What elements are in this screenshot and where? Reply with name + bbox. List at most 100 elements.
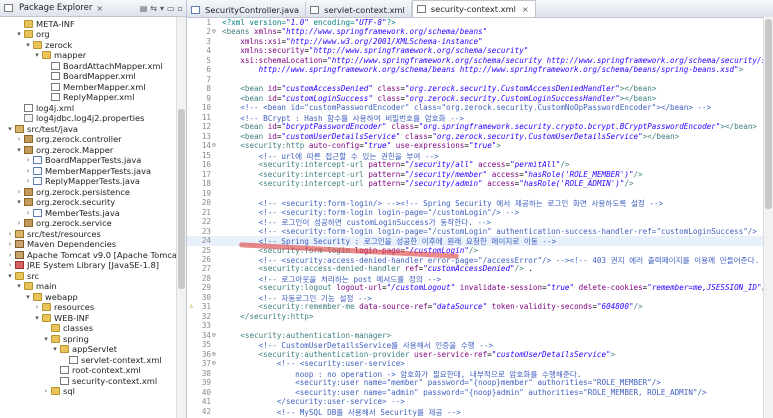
tree-item[interactable]: root-context.xml [51,365,141,376]
close-tab-icon[interactable]: ⨯ [522,5,529,14]
tree-item[interactable]: ▾ appServlet [51,344,117,355]
collapsed-arrow-icon[interactable]: › [15,188,23,196]
collapsed-arrow-icon[interactable]: › [6,251,14,259]
tree-item[interactable]: ReplyMapper.xml [42,92,134,103]
explorer-scrollbar[interactable] [176,17,186,418]
collapsed-arrow-icon[interactable]: › [24,156,32,164]
code-line: <security:intercept-url pattern="/securi… [258,160,570,170]
tree-item[interactable]: log4j.xml [15,102,74,113]
editor-tab-label: SecurityController.java [205,4,300,15]
editor-tab[interactable]: security-context.xml ⨯ [411,0,536,17]
collapsed-arrow-icon[interactable]: › [42,387,50,395]
expanded-arrow-icon[interactable]: ▾ [33,51,41,59]
code-line: http://www.springframework.org/schema/be… [222,65,744,75]
collapsed-arrow-icon[interactable]: › [15,135,23,143]
tree-item[interactable]: › org.zerock.persistence [15,186,130,197]
expanded-arrow-icon[interactable]: ▾ [24,41,32,49]
tree-item[interactable]: › BoardMapperTests.java [24,155,142,166]
tree-item[interactable]: › ReplyMapperTests.java [24,176,140,187]
collapsed-arrow-icon[interactable]: › [24,209,32,217]
fold-toggle-icon[interactable]: ⊖ [212,350,216,358]
collapsed-arrow-icon[interactable]: › [15,219,23,227]
tree-item[interactable]: ▾ WEB-INF [33,312,89,323]
tree-item[interactable]: ▾ spring [42,333,89,344]
expanded-arrow-icon[interactable]: ▾ [51,345,59,353]
tree-item[interactable]: › src/test/resources [6,228,101,239]
tree-item[interactable]: servlet-context.xml [60,354,162,365]
collapsed-arrow-icon[interactable]: › [6,230,14,238]
expanded-arrow-icon[interactable]: ▾ [24,293,32,301]
fold-toggle-icon[interactable]: ⊖ [212,331,216,339]
expanded-arrow-icon[interactable]: ▾ [15,198,23,206]
tree-item[interactable]: META-INF [15,18,75,29]
close-icon[interactable]: ⨯ [96,4,103,13]
minimize-icon[interactable]: ▭ [167,4,175,13]
maximize-icon[interactable]: ▫ [178,4,183,13]
line-number: 20 [201,198,211,208]
code-line: <?xml version="1.0" encoding="UTF-8"?> [222,18,396,27]
line-number: 41 [201,397,211,407]
folder-icon [42,303,51,311]
tree-item-label: security-context.xml [72,375,158,386]
expanded-arrow-icon[interactable]: ▾ [42,335,50,343]
tree-item[interactable]: BoardMapper.xml [42,71,136,82]
tree-item[interactable]: ▾ src [6,270,39,281]
collapsed-arrow-icon[interactable]: › [24,177,32,185]
collapsed-arrow-icon[interactable]: › [24,167,32,175]
tree-item[interactable]: › resources [33,302,95,313]
tree-item-label: main [36,281,57,291]
xml-file-icon [310,5,320,14]
tree-item[interactable]: › Maven Dependencies [6,239,117,250]
collapsed-arrow-icon[interactable]: › [6,261,14,269]
editor-scrollbar[interactable] [763,17,773,418]
expanded-arrow-icon[interactable]: ▾ [15,146,23,154]
view-menu-icon[interactable]: ▾ [160,4,164,13]
collapsed-arrow-icon[interactable]: › [6,240,14,248]
tree-item[interactable]: ▾ org [15,29,49,40]
tree-item[interactable]: security-context.xml [51,375,157,386]
tree-item[interactable]: classes [42,323,93,334]
fold-toggle-icon[interactable]: ⊖ [212,27,216,35]
tree-item[interactable]: ▾ org.zerock.Mapper [15,144,113,155]
line-number: 29 [201,283,211,293]
scrollbar-thumb[interactable] [178,109,185,289]
tree-item[interactable]: › Apache Tomcat v9.0 [Apache Tomcat v9. [6,249,186,260]
properties-file-icon [24,114,33,122]
expanded-arrow-icon[interactable]: ▾ [15,282,23,290]
collapsed-arrow-icon[interactable]: › [33,303,41,311]
tree-item[interactable]: › JRE System Library [JavaSE-1.8] [6,260,159,271]
tree-item[interactable]: log4jdbc.log4j2.properties [15,113,144,124]
fold-toggle-icon[interactable]: ⊖ [212,359,216,367]
tree-item[interactable]: ▾ zerock [24,39,72,50]
xml-file-icon [51,61,60,70]
tree-item[interactable]: ▾ mapper [33,50,86,61]
warning-icon[interactable]: ⚠ [189,302,193,310]
expanded-arrow-icon[interactable]: ▾ [15,30,23,38]
tree-item[interactable]: › MemberMapperTests.java [24,165,152,176]
xml-source-editor[interactable]: 1 <?xml version="1.0" encoding="UTF-8"?> 2… [187,17,764,418]
package-explorer-title[interactable]: Package Explorer [19,3,92,13]
tree-item[interactable]: › MemberTests.java [24,207,120,218]
code-line: <security:user name="admin" password="{n… [222,387,707,397]
tree-item[interactable]: MemberMapper.xml [42,81,146,92]
expanded-arrow-icon[interactable]: ▾ [6,272,14,280]
tree-item[interactable]: › sql [42,386,75,397]
fold-toggle-icon[interactable]: ⊖ [212,141,216,149]
tree-item-label: BoardAttachMapper.xml [63,60,163,71]
collapse-all-icon[interactable]: ▤ [140,4,148,13]
tree-item[interactable]: ▾ main [15,281,57,292]
tree-item[interactable]: BoardAttachMapper.xml [42,60,163,71]
editor-tab[interactable]: SecurityController.java [187,2,307,17]
tree-item[interactable]: ▾ src/test/java [6,123,78,134]
line-number: 24 [201,236,211,246]
tree-item[interactable]: › org.zerock.service [15,218,112,229]
tree-item[interactable]: › org.zerock.controller [15,134,122,145]
expanded-arrow-icon[interactable]: ▾ [33,314,41,322]
expanded-arrow-icon[interactable]: ▾ [6,125,14,133]
tree-item[interactable]: ▾ org.zerock.security [15,197,115,208]
scrollbar-thumb[interactable] [765,19,772,209]
tree-item[interactable]: ▾ webapp [24,291,78,302]
editor-tab[interactable]: servlet-context.xml [306,2,412,17]
jdk-library-icon [15,261,24,269]
link-with-editor-icon[interactable]: ⇆ [150,4,157,13]
